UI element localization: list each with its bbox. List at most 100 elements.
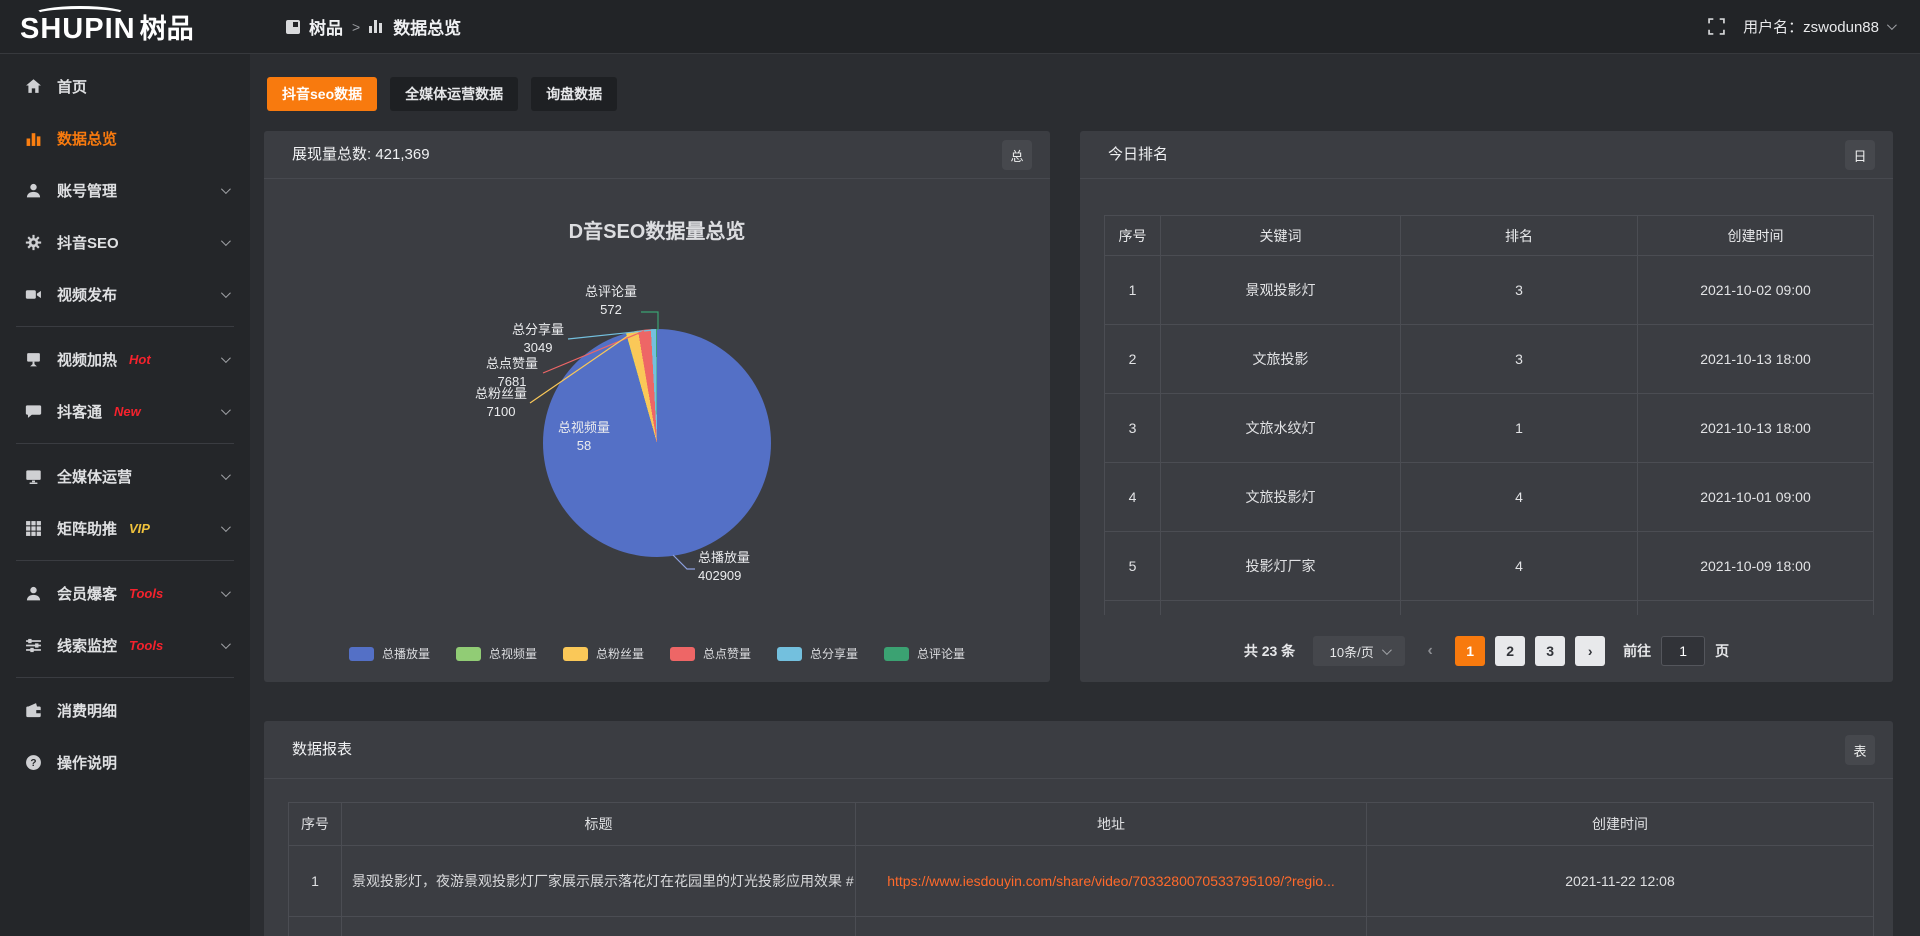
app-logo: SHUPIN 树品	[0, 7, 250, 46]
sidebar-item-video-heat[interactable]: 视频加热 Hot	[0, 333, 250, 385]
chevron-down-icon	[1887, 20, 1897, 30]
top-bar: SHUPIN 树品 树品 > 数据总览 用户名：zswodun88	[0, 0, 1920, 54]
chevron-down-icon	[221, 639, 231, 649]
column-header: 序号	[1105, 216, 1161, 256]
bar-chart-icon	[369, 20, 384, 33]
table-row-partial	[1105, 601, 1874, 615]
table-header-row: 序号 标题 地址 创建时间	[289, 803, 1874, 846]
pie-label-comments: 总评论量572	[565, 283, 657, 319]
next-page-button[interactable]: ›	[1575, 636, 1605, 666]
sidebar-item-member-blast[interactable]: 会员爆客 Tools	[0, 567, 250, 619]
tab-douyin-seo-data[interactable]: 抖音seo数据	[267, 77, 377, 111]
report-title-cell: 景观投影灯，夜游景观投影灯厂家展示展示落花灯在花园里的灯光投影应用效果 #	[342, 846, 856, 917]
sidebar-divider	[16, 326, 234, 327]
pie-legend: 总播放量 总视频量 总粉丝量 总点赞量 总分享量 总评论量	[264, 645, 1050, 662]
sidebar-item-data-overview[interactable]: 数据总览	[0, 112, 250, 164]
pie-label-videos: 总视频量58	[538, 419, 630, 455]
table-row: 1 景观投影灯 3 2021-10-02 09:00	[1105, 256, 1874, 325]
chevron-down-icon	[221, 288, 231, 298]
sidebar-item-lead-monitor[interactable]: 线索监控 Tools	[0, 619, 250, 671]
tab-omnimedia-data[interactable]: 全媒体运营数据	[390, 77, 518, 111]
legend-item[interactable]: 总视频量	[456, 645, 537, 662]
table-row: 5 投影灯厂家 4 2021-10-09 18:00	[1105, 532, 1874, 601]
tools-badge: Tools	[129, 586, 163, 601]
chevron-down-icon	[1382, 645, 1392, 655]
chevron-down-icon	[221, 470, 231, 480]
sidebar-divider	[16, 560, 234, 561]
user-menu[interactable]: 用户名：zswodun88	[1743, 16, 1894, 37]
ranking-table: 序号 关键词 排名 创建时间 1 景观投影灯 3 2021-10-02 09:0…	[1104, 215, 1874, 615]
legend-item[interactable]: 总播放量	[349, 645, 430, 662]
chevron-down-icon	[221, 587, 231, 597]
chevron-down-icon	[221, 522, 231, 532]
sidebar-item-douketong[interactable]: 抖客通 New	[0, 385, 250, 437]
pie-label-fans: 总粉丝量7100	[455, 385, 547, 421]
sidebar-item-home[interactable]: 首页	[0, 60, 250, 112]
daily-toggle-button[interactable]: 日	[1845, 140, 1875, 170]
monitor-icon	[24, 467, 42, 485]
report-panel: 数据报表 表 序号 标题 地址 创建时间 1 景观投影灯，夜游景观投影灯厂家展示…	[264, 721, 1893, 936]
username-label: 用户名：zswodun88	[1743, 16, 1879, 37]
fullscreen-icon[interactable]	[1708, 18, 1725, 35]
sidebar-item-matrix-boost[interactable]: 矩阵助推 VIP	[0, 502, 250, 554]
gear-icon	[24, 233, 42, 251]
pagination-total: 共 23 条	[1244, 641, 1295, 661]
page-size-select[interactable]: 10条/页	[1313, 636, 1405, 666]
table-row: 1 景观投影灯，夜游景观投影灯厂家展示展示落花灯在花园里的灯光投影应用效果 # …	[289, 846, 1874, 917]
column-header: 序号	[289, 803, 342, 846]
chevron-down-icon	[221, 353, 231, 363]
grid-icon	[24, 519, 42, 537]
bar-chart-icon	[24, 129, 42, 147]
tab-inquiry-data[interactable]: 询盘数据	[531, 77, 617, 111]
svg-text:?: ?	[30, 758, 36, 769]
breadcrumb-root[interactable]: 树品	[309, 14, 343, 39]
sidebar-item-douyin-seo[interactable]: 抖音SEO	[0, 216, 250, 268]
sidebar-item-account-management[interactable]: 账号管理	[0, 164, 250, 216]
user-icon	[24, 584, 42, 602]
table-toggle-button[interactable]: 表	[1845, 735, 1875, 765]
vip-badge: VIP	[129, 521, 150, 536]
pagination: 共 23 条 10条/页 ‹ 1 2 3 › 前往 页	[1080, 636, 1893, 666]
legend-item[interactable]: 总点赞量	[670, 645, 751, 662]
sidebar-item-instructions[interactable]: ? 操作说明	[0, 736, 250, 788]
column-header: 标题	[342, 803, 856, 846]
goto-unit: 页	[1715, 641, 1729, 661]
legend-item[interactable]: 总分享量	[777, 645, 858, 662]
chevron-down-icon	[221, 236, 231, 246]
page-button-3[interactable]: 3	[1535, 636, 1565, 666]
pie-chart-title: D音SEO数据量总览	[264, 215, 1050, 244]
sidebar-item-omnimedia[interactable]: 全媒体运营	[0, 450, 250, 502]
column-header: 关键词	[1161, 216, 1401, 256]
column-header: 创建时间	[1367, 803, 1874, 846]
chat-bubble-icon	[24, 402, 42, 420]
tools-badge: Tools	[129, 638, 163, 653]
table-header-row: 序号 关键词 排名 创建时间	[1105, 216, 1874, 256]
pie-label-shares: 总分享量3049	[492, 321, 584, 357]
sidebar-divider	[16, 443, 234, 444]
legend-item[interactable]: 总粉丝量	[563, 645, 644, 662]
page-button-2[interactable]: 2	[1495, 636, 1525, 666]
breadcrumb-separator: >	[352, 19, 360, 35]
sidebar-item-expense-details[interactable]: 消费明细	[0, 684, 250, 736]
sliders-icon	[24, 636, 42, 654]
video-link[interactable]: https://www.iesdouyin.com/share/video/70…	[887, 873, 1335, 889]
page-button-1[interactable]: 1	[1455, 636, 1485, 666]
hot-badge: Hot	[129, 352, 151, 367]
overview-panel: 展现量总数: 421,369 总 D音SEO数据量总览 总评论量572 总分享量…	[264, 131, 1050, 682]
legend-item[interactable]: 总评论量	[884, 645, 965, 662]
prev-page-button[interactable]: ‹	[1415, 636, 1445, 666]
goto-page-input[interactable]	[1661, 636, 1705, 666]
goto-label: 前往	[1623, 641, 1651, 661]
column-header: 创建时间	[1638, 216, 1874, 256]
sidebar-item-video-publish[interactable]: 视频发布	[0, 268, 250, 320]
wallet-icon	[24, 701, 42, 719]
column-header: 排名	[1401, 216, 1638, 256]
total-toggle-button[interactable]: 总	[1002, 140, 1032, 170]
breadcrumb-current: 数据总览	[393, 14, 461, 39]
user-icon	[24, 181, 42, 199]
breadcrumb: 树品 > 数据总览	[286, 14, 461, 39]
billboard-icon	[24, 350, 42, 368]
home-icon	[24, 77, 42, 95]
question-circle-icon: ?	[24, 753, 42, 771]
table-row: 4 文旅投影灯 4 2021-10-01 09:00	[1105, 463, 1874, 532]
